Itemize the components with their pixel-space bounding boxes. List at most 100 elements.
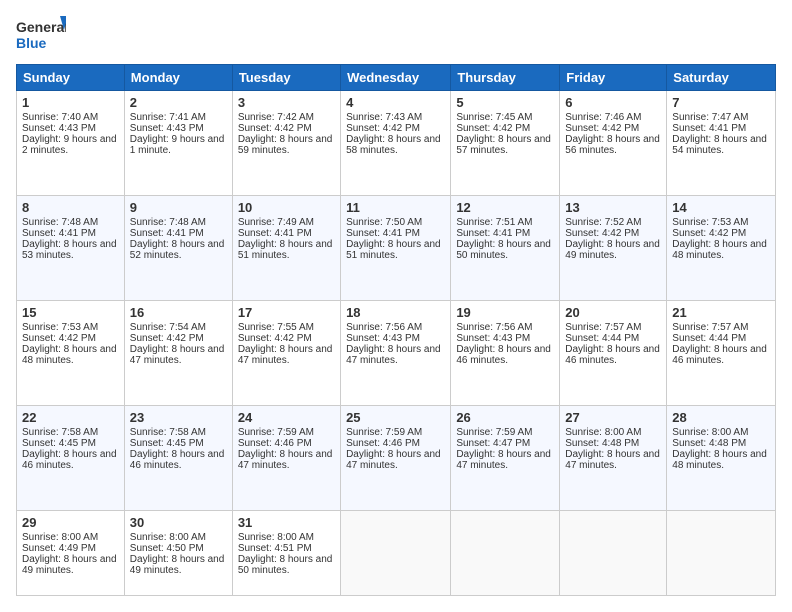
calendar-cell: 4 Sunrise: 7:43 AM Sunset: 4:42 PM Dayli… [341,91,451,196]
sunset-label: Sunset: 4:47 PM [456,438,530,449]
column-header-friday: Friday [560,65,667,91]
sunrise-label: Sunrise: 7:53 AM [672,217,748,228]
week-row-4: 22 Sunrise: 7:58 AM Sunset: 4:45 PM Dayl… [17,405,776,510]
day-number: 6 [565,95,661,110]
sunrise-label: Sunrise: 8:00 AM [22,532,98,543]
sunrise-label: Sunrise: 8:00 AM [565,427,641,438]
daylight-label: Daylight: 8 hours and 52 minutes. [130,239,225,261]
sunset-label: Sunset: 4:42 PM [130,333,204,344]
sunset-label: Sunset: 4:42 PM [672,228,746,239]
calendar-cell: 22 Sunrise: 7:58 AM Sunset: 4:45 PM Dayl… [17,405,125,510]
sunset-label: Sunset: 4:42 PM [22,333,96,344]
daylight-label: Daylight: 8 hours and 50 minutes. [238,554,333,576]
column-header-sunday: Sunday [17,65,125,91]
sunrise-label: Sunrise: 7:48 AM [22,217,98,228]
page: General Blue SundayMondayTuesdayWednesda… [0,0,792,612]
day-number: 24 [238,410,335,425]
sunrise-label: Sunrise: 7:47 AM [672,112,748,123]
sunset-label: Sunset: 4:42 PM [346,123,420,134]
daylight-label: Daylight: 8 hours and 56 minutes. [565,134,660,156]
calendar-cell: 5 Sunrise: 7:45 AM Sunset: 4:42 PM Dayli… [451,91,560,196]
daylight-label: Daylight: 8 hours and 58 minutes. [346,134,441,156]
daylight-label: Daylight: 8 hours and 51 minutes. [346,239,441,261]
daylight-label: Daylight: 8 hours and 49 minutes. [565,239,660,261]
calendar-cell: 12 Sunrise: 7:51 AM Sunset: 4:41 PM Dayl… [451,195,560,300]
sunset-label: Sunset: 4:51 PM [238,543,312,554]
calendar-cell [451,510,560,595]
day-number: 30 [130,515,227,530]
daylight-label: Daylight: 8 hours and 53 minutes. [22,239,117,261]
day-number: 7 [672,95,770,110]
svg-text:Blue: Blue [16,35,47,51]
day-number: 23 [130,410,227,425]
sunset-label: Sunset: 4:43 PM [130,123,204,134]
day-number: 26 [456,410,554,425]
sunset-label: Sunset: 4:45 PM [130,438,204,449]
daylight-label: Daylight: 8 hours and 48 minutes. [22,344,117,366]
sunrise-label: Sunrise: 7:56 AM [456,322,532,333]
calendar-cell: 16 Sunrise: 7:54 AM Sunset: 4:42 PM Dayl… [124,300,232,405]
column-header-thursday: Thursday [451,65,560,91]
day-number: 21 [672,305,770,320]
sunset-label: Sunset: 4:48 PM [565,438,639,449]
calendar-cell: 11 Sunrise: 7:50 AM Sunset: 4:41 PM Dayl… [341,195,451,300]
calendar-cell: 24 Sunrise: 7:59 AM Sunset: 4:46 PM Dayl… [232,405,340,510]
header: General Blue [16,16,776,54]
week-row-3: 15 Sunrise: 7:53 AM Sunset: 4:42 PM Dayl… [17,300,776,405]
column-header-monday: Monday [124,65,232,91]
daylight-label: Daylight: 8 hours and 57 minutes. [456,134,551,156]
daylight-label: Daylight: 8 hours and 47 minutes. [456,449,551,471]
day-number: 11 [346,200,445,215]
sunset-label: Sunset: 4:48 PM [672,438,746,449]
column-header-wednesday: Wednesday [341,65,451,91]
daylight-label: Daylight: 8 hours and 47 minutes. [130,344,225,366]
sunset-label: Sunset: 4:44 PM [672,333,746,344]
sunset-label: Sunset: 4:50 PM [130,543,204,554]
header-row: SundayMondayTuesdayWednesdayThursdayFrid… [17,65,776,91]
day-number: 13 [565,200,661,215]
calendar-cell: 30 Sunrise: 8:00 AM Sunset: 4:50 PM Dayl… [124,510,232,595]
calendar-cell: 7 Sunrise: 7:47 AM Sunset: 4:41 PM Dayli… [667,91,776,196]
calendar-cell [667,510,776,595]
week-row-5: 29 Sunrise: 8:00 AM Sunset: 4:49 PM Dayl… [17,510,776,595]
sunset-label: Sunset: 4:41 PM [238,228,312,239]
day-number: 3 [238,95,335,110]
calendar-cell: 14 Sunrise: 7:53 AM Sunset: 4:42 PM Dayl… [667,195,776,300]
sunrise-label: Sunrise: 7:46 AM [565,112,641,123]
sunset-label: Sunset: 4:43 PM [456,333,530,344]
sunrise-label: Sunrise: 7:58 AM [130,427,206,438]
calendar-cell: 6 Sunrise: 7:46 AM Sunset: 4:42 PM Dayli… [560,91,667,196]
daylight-label: Daylight: 8 hours and 46 minutes. [565,344,660,366]
svg-text:General: General [16,19,66,35]
sunrise-label: Sunrise: 7:59 AM [456,427,532,438]
calendar-table: SundayMondayTuesdayWednesdayThursdayFrid… [16,64,776,596]
day-number: 20 [565,305,661,320]
sunset-label: Sunset: 4:41 PM [22,228,96,239]
calendar-cell: 26 Sunrise: 7:59 AM Sunset: 4:47 PM Dayl… [451,405,560,510]
calendar-cell: 15 Sunrise: 7:53 AM Sunset: 4:42 PM Dayl… [17,300,125,405]
sunrise-label: Sunrise: 7:52 AM [565,217,641,228]
sunrise-label: Sunrise: 7:59 AM [238,427,314,438]
daylight-label: Daylight: 8 hours and 51 minutes. [238,239,333,261]
daylight-label: Daylight: 8 hours and 54 minutes. [672,134,767,156]
sunrise-label: Sunrise: 8:00 AM [238,532,314,543]
sunrise-label: Sunrise: 7:43 AM [346,112,422,123]
sunset-label: Sunset: 4:46 PM [238,438,312,449]
daylight-label: Daylight: 8 hours and 48 minutes. [672,449,767,471]
sunrise-label: Sunrise: 8:00 AM [672,427,748,438]
logo-svg: General Blue [16,16,66,54]
sunset-label: Sunset: 4:42 PM [238,333,312,344]
day-number: 9 [130,200,227,215]
calendar-cell: 17 Sunrise: 7:55 AM Sunset: 4:42 PM Dayl… [232,300,340,405]
daylight-label: Daylight: 8 hours and 46 minutes. [130,449,225,471]
daylight-label: Daylight: 8 hours and 59 minutes. [238,134,333,156]
day-number: 28 [672,410,770,425]
day-number: 4 [346,95,445,110]
sunrise-label: Sunrise: 7:59 AM [346,427,422,438]
day-number: 15 [22,305,119,320]
sunrise-label: Sunrise: 7:55 AM [238,322,314,333]
column-header-tuesday: Tuesday [232,65,340,91]
day-number: 17 [238,305,335,320]
sunset-label: Sunset: 4:44 PM [565,333,639,344]
sunset-label: Sunset: 4:43 PM [346,333,420,344]
